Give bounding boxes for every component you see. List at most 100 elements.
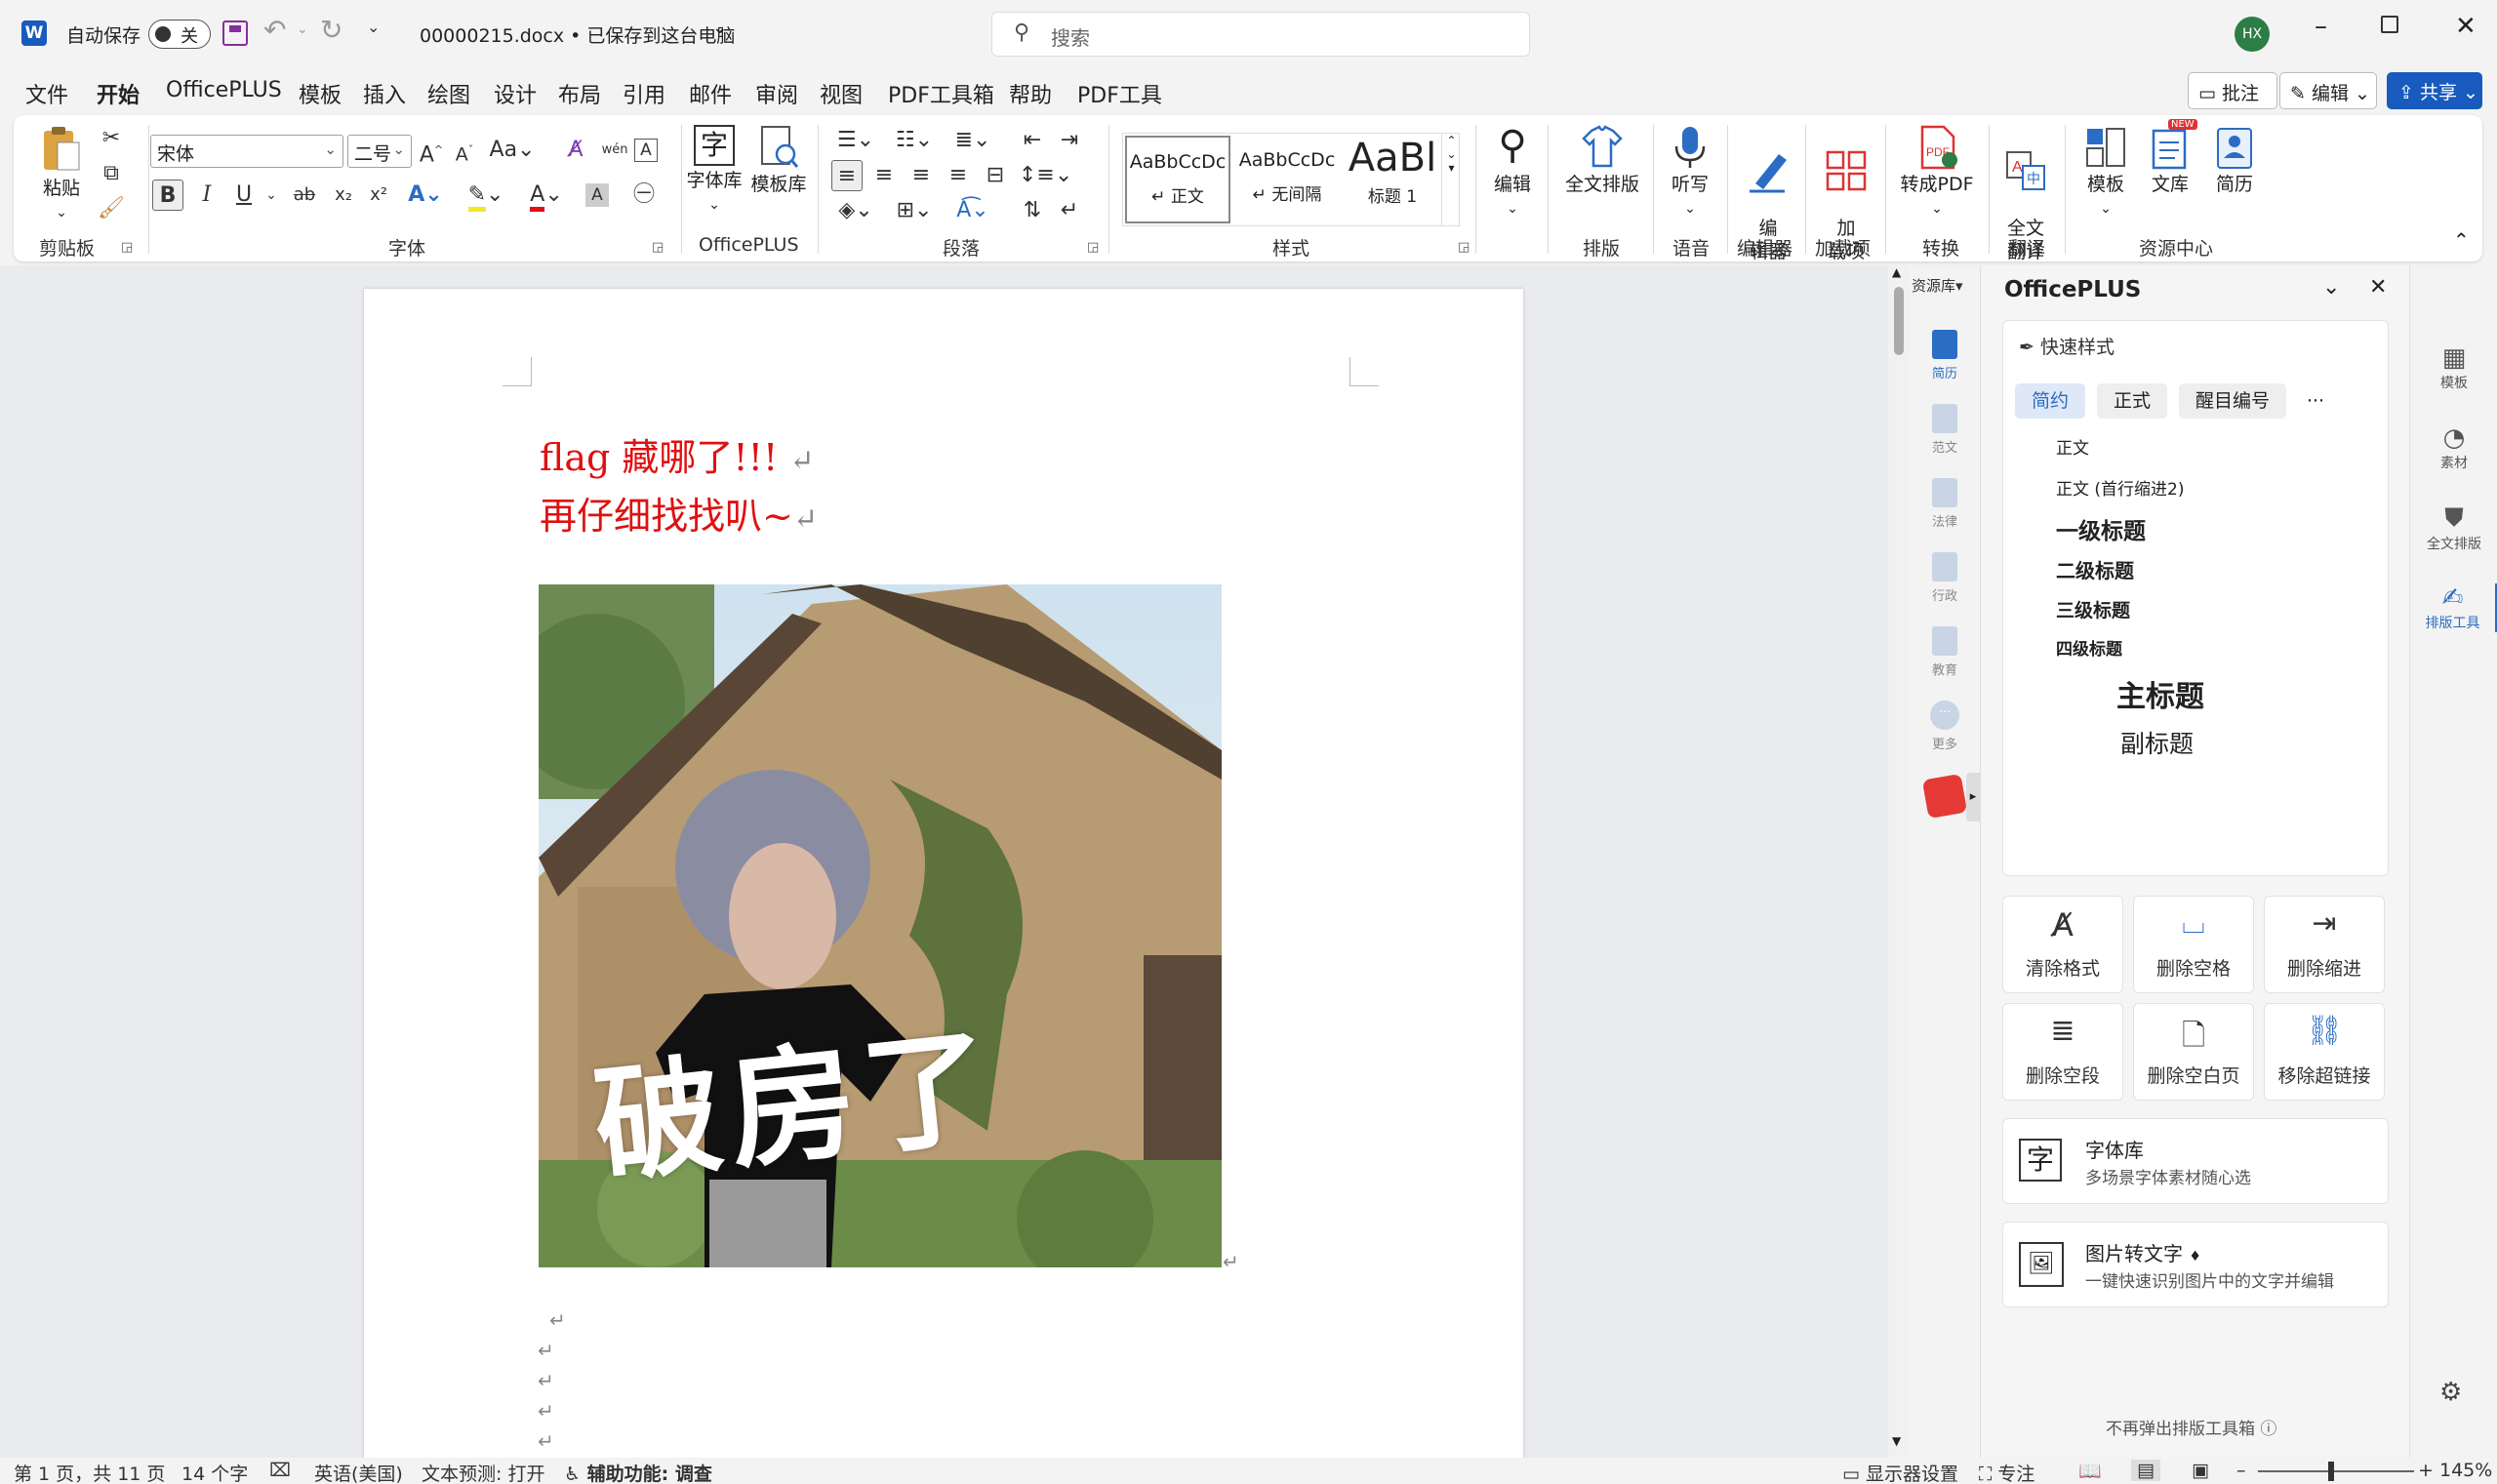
paste-button[interactable]: 粘贴 ⌄ bbox=[33, 125, 90, 221]
text-effects-icon[interactable]: A⌄ bbox=[404, 180, 447, 211]
print-layout-icon[interactable]: ▤ bbox=[2131, 1460, 2160, 1481]
rs-template[interactable]: ▦ 模板 bbox=[2410, 343, 2497, 392]
align-left-icon[interactable]: ≡ bbox=[831, 160, 863, 191]
search-box[interactable]: ⚲ 搜索 bbox=[991, 12, 1530, 57]
italic-button[interactable]: I bbox=[191, 180, 222, 211]
strip-resume[interactable]: 简历 bbox=[1910, 330, 1980, 381]
font-launcher-icon[interactable]: ◲ bbox=[652, 240, 664, 255]
status-zoom[interactable]: 145% bbox=[2439, 1460, 2492, 1481]
status-words[interactable]: 14 个字 bbox=[181, 1460, 248, 1484]
menu-references[interactable]: 引用 bbox=[623, 78, 665, 109]
status-page[interactable]: 第 1 页，共 11 页 bbox=[14, 1460, 165, 1484]
delete-spaces-tool[interactable]: ⌴ 删除空格 bbox=[2133, 896, 2254, 993]
pane-close-icon[interactable]: ✕ bbox=[2369, 275, 2387, 300]
bold-button[interactable]: B bbox=[152, 180, 183, 211]
style-h2[interactable]: 二级标题 bbox=[2056, 555, 2134, 583]
subscript-button[interactable]: x₂ bbox=[328, 180, 359, 211]
cut-icon[interactable]: ✂ bbox=[96, 123, 127, 154]
menu-layout[interactable]: 布局 bbox=[558, 78, 601, 109]
resource-library-header[interactable]: 资源库▾ bbox=[1912, 275, 1963, 296]
scroll-thumb[interactable] bbox=[1894, 287, 1904, 355]
dictate-button[interactable]: 听写 ⌄ bbox=[1659, 125, 1721, 218]
font-color-icon[interactable]: A⌄ bbox=[525, 180, 568, 212]
rs-material[interactable]: ◔ 素材 bbox=[2410, 423, 2497, 472]
menu-draw[interactable]: 绘图 bbox=[427, 78, 470, 109]
tab-more[interactable]: ··· bbox=[2296, 383, 2335, 419]
collapse-ribbon-icon[interactable]: ⌃ bbox=[2453, 228, 2470, 252]
read-mode-icon[interactable]: 📖 bbox=[2078, 1460, 2102, 1482]
align-right-icon[interactable]: ≡ bbox=[906, 160, 937, 191]
style-title[interactable]: 主标题 bbox=[2116, 672, 2204, 715]
resume-button[interactable]: 简历 bbox=[2203, 125, 2266, 196]
zoom-slider[interactable] bbox=[2258, 1462, 2414, 1481]
numbering-icon[interactable]: ☷⌄ bbox=[890, 125, 939, 156]
menu-template[interactable]: 模板 bbox=[299, 78, 342, 109]
rs-layout-tools[interactable]: ✍ 排版工具 bbox=[2410, 583, 2497, 632]
strip-admin[interactable]: 行政 bbox=[1910, 552, 1980, 604]
zoom-out-icon[interactable]: – bbox=[2236, 1460, 2246, 1481]
style-h4[interactable]: 四级标题 bbox=[2056, 635, 2122, 660]
increase-indent-icon[interactable]: ⇥ bbox=[1054, 125, 1085, 156]
redo-icon[interactable]: ↻ bbox=[320, 14, 342, 46]
change-case-icon[interactable]: Aa⌄ bbox=[488, 135, 537, 166]
scroll-down-icon[interactable]: ▼ bbox=[1892, 1434, 1901, 1448]
comment-button[interactable]: ▭ 批注 bbox=[2188, 72, 2277, 109]
save-icon[interactable] bbox=[222, 20, 248, 46]
menu-review[interactable]: 审阅 bbox=[755, 78, 798, 109]
sort-icon[interactable]: ⇅ bbox=[1017, 195, 1048, 226]
style-no-spacing[interactable]: AaBbCcDc ↵ 无间隔 bbox=[1234, 136, 1340, 223]
underline-dropdown-icon[interactable]: ⌄ bbox=[256, 180, 287, 211]
settings-gear-icon[interactable]: ⚙ bbox=[2439, 1378, 2462, 1407]
menu-pdf-toolbox[interactable]: PDF工具箱 bbox=[888, 78, 994, 109]
delete-empty-para-tool[interactable]: ≣ 删除空段 bbox=[2002, 1003, 2123, 1101]
close-window-icon[interactable]: ✕ bbox=[2455, 12, 2477, 41]
convert-pdf-button[interactable]: PDF 转成PDF ⌄ bbox=[1893, 125, 1981, 218]
font-library-button[interactable]: 字 字体库 ⌄ bbox=[683, 125, 745, 214]
font-size-combo[interactable]: 二号 ⌄ bbox=[347, 135, 412, 168]
line-spacing-icon[interactable]: ↕≡⌄ bbox=[1019, 160, 1072, 191]
font-name-combo[interactable]: 宋体 ⌄ bbox=[150, 135, 343, 168]
align-center-icon[interactable]: ≡ bbox=[868, 160, 900, 191]
justify-icon[interactable]: ≡ bbox=[943, 160, 974, 191]
menu-view[interactable]: 视图 bbox=[820, 78, 863, 109]
pane-collapse-icon[interactable]: ⌄ bbox=[2322, 275, 2340, 300]
menu-insert[interactable]: 插入 bbox=[363, 78, 406, 109]
styles-scroll[interactable]: ⌃ ⌄ ▾ bbox=[1441, 134, 1461, 225]
char-border-icon[interactable]: A bbox=[634, 139, 658, 162]
template-button[interactable]: 模板 ⌄ bbox=[2074, 125, 2137, 218]
status-text-prediction[interactable]: 文本预测: 打开 bbox=[422, 1460, 544, 1484]
style-h3[interactable]: 三级标题 bbox=[2056, 596, 2130, 622]
delete-blank-page-tool[interactable]: 🗋 删除空白页 bbox=[2133, 1003, 2254, 1101]
customize-qat-icon[interactable]: ⌄ bbox=[367, 18, 380, 36]
style-heading-1[interactable]: AaBl 标题 1 bbox=[1344, 136, 1441, 223]
share-button[interactable]: ⇪ 共享 ⌄ bbox=[2387, 72, 2482, 109]
document-title[interactable]: 00000215.docx • 已保存到这台电脑 bbox=[420, 21, 735, 48]
menu-help[interactable]: 帮助 bbox=[1009, 78, 1052, 109]
strip-sample[interactable]: 范文 bbox=[1910, 404, 1980, 456]
full-layout-button[interactable]: 全文排版 bbox=[1559, 125, 1645, 196]
decrease-indent-icon[interactable]: ⇤ bbox=[1017, 125, 1048, 156]
grow-font-icon[interactable]: A^ bbox=[416, 135, 447, 167]
char-shading-icon[interactable]: A bbox=[585, 183, 609, 207]
autosave-toggle[interactable]: 关 bbox=[148, 20, 211, 49]
strip-more[interactable]: ··· 更多 bbox=[1910, 701, 1980, 752]
doc-line-2[interactable]: 再仔细找找叭~↵ bbox=[540, 486, 818, 540]
clipboard-launcher-icon[interactable]: ◲ bbox=[121, 240, 133, 255]
zoom-in-icon[interactable]: + bbox=[2418, 1460, 2434, 1481]
undo-icon[interactable]: ↶ bbox=[263, 14, 286, 46]
style-normal[interactable]: AaBbCcDc ↵ 正文 bbox=[1125, 136, 1230, 223]
remove-hyperlink-tool[interactable]: ⛓ 移除超链接 bbox=[2264, 1003, 2385, 1101]
zoom-thumb[interactable] bbox=[2328, 1462, 2334, 1481]
show-marks-icon[interactable]: ↵ bbox=[1054, 195, 1085, 226]
phonetic-guide-icon[interactable]: wén bbox=[599, 135, 630, 166]
strikethrough-button[interactable]: ab bbox=[289, 180, 320, 211]
format-painter-icon[interactable]: 🖌 bbox=[96, 193, 127, 224]
bullets-icon[interactable]: ☰⌄ bbox=[831, 125, 880, 156]
rs-full-layout[interactable]: ⛊ 全文排版 bbox=[2410, 503, 2497, 553]
maximize-icon[interactable] bbox=[2381, 16, 2398, 33]
template-library-button[interactable]: 模板库 bbox=[747, 125, 810, 196]
enclose-char-icon[interactable]: ㊀ bbox=[628, 180, 660, 211]
clear-format-icon[interactable]: A̸ bbox=[560, 135, 591, 166]
avatar[interactable]: HX bbox=[2235, 17, 2270, 52]
menu-file[interactable]: 文件 bbox=[25, 78, 68, 109]
